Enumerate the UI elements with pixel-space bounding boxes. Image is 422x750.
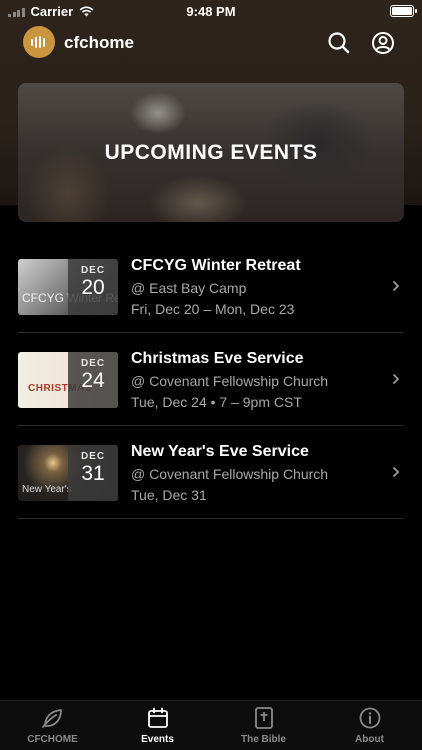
calendar-icon [147, 707, 168, 728]
tab-cfchome[interactable]: CFCHOME [0, 707, 105, 750]
tab-label: Events [141, 734, 174, 745]
bible-icon [254, 707, 273, 729]
event-item[interactable]: CFCYG Winter Re DEC 20 CFCYG Winter Retr… [18, 240, 404, 333]
date-badge: DEC 20 [68, 259, 118, 315]
search-button[interactable] [326, 30, 352, 56]
search-icon [328, 32, 350, 54]
event-title: Christmas Eve Service [131, 350, 304, 367]
date-day: 20 [81, 276, 105, 299]
tab-label: CFCHOME [27, 734, 78, 745]
event-item[interactable]: CHRISTMAS DEC 24 Christmas Eve Service @… [18, 333, 404, 426]
status-bar: Carrier 9:48 PM [0, 0, 422, 22]
chevron-right-icon [392, 373, 400, 385]
app-logo[interactable] [23, 26, 55, 58]
upcoming-events-banner: UPCOMING EVENTS [18, 83, 404, 222]
app-title: cfchome [64, 33, 134, 52]
date-day: 31 [81, 462, 105, 485]
event-thumbnail: CHRISTMAS DEC 24 [18, 352, 118, 408]
event-location: @ Covenant Fellowship Church [131, 466, 329, 482]
event-item[interactable]: New Year's DEC 31 New Year's Eve Service… [18, 426, 404, 519]
event-title: CFCYG Winter Retreat [131, 257, 301, 274]
event-location: @ Covenant Fellowship Church [131, 373, 329, 389]
profile-button[interactable] [370, 30, 396, 56]
tab-label: About [355, 734, 384, 745]
date-month: DEC [80, 358, 106, 369]
events-list: CFCYG Winter Re DEC 20 CFCYG Winter Retr… [18, 240, 404, 519]
date-month: DEC [80, 265, 106, 276]
event-thumbnail: New Year's DEC 31 [18, 445, 118, 501]
event-time: Fri, Dec 20 – Mon, Dec 23 [131, 301, 295, 317]
info-icon [359, 707, 380, 729]
date-badge: DEC 31 [68, 445, 118, 501]
date-badge: DEC 24 [68, 352, 118, 408]
tab-the-bible[interactable]: The Bible [211, 707, 316, 750]
date-day: 24 [81, 369, 105, 392]
banner-title: UPCOMING EVENTS [104, 140, 318, 164]
thumbnail-text: New Year's [22, 484, 72, 495]
tab-about[interactable]: About [317, 707, 422, 750]
app-header: cfchome [0, 26, 422, 62]
leaf-icon [41, 709, 62, 728]
date-month: DEC [80, 451, 106, 462]
event-time: Tue, Dec 24 • 7 – 9pm CST [131, 394, 302, 410]
tab-events[interactable]: Events [105, 707, 210, 750]
battery-icon [390, 5, 417, 17]
tab-label: The Bible [240, 734, 286, 745]
user-icon [372, 32, 394, 54]
tab-bar: CFCHOME Events The Bible About [0, 700, 422, 750]
chevron-right-icon [392, 466, 400, 478]
status-time: 9:48 PM [186, 4, 236, 19]
event-thumbnail: CFCYG Winter Re DEC 20 [18, 259, 118, 315]
event-time: Tue, Dec 31 [131, 487, 207, 503]
event-title: New Year's Eve Service [131, 443, 309, 460]
chevron-right-icon [392, 280, 400, 292]
logo-icon [31, 36, 45, 48]
event-location: @ East Bay Camp [131, 280, 247, 296]
